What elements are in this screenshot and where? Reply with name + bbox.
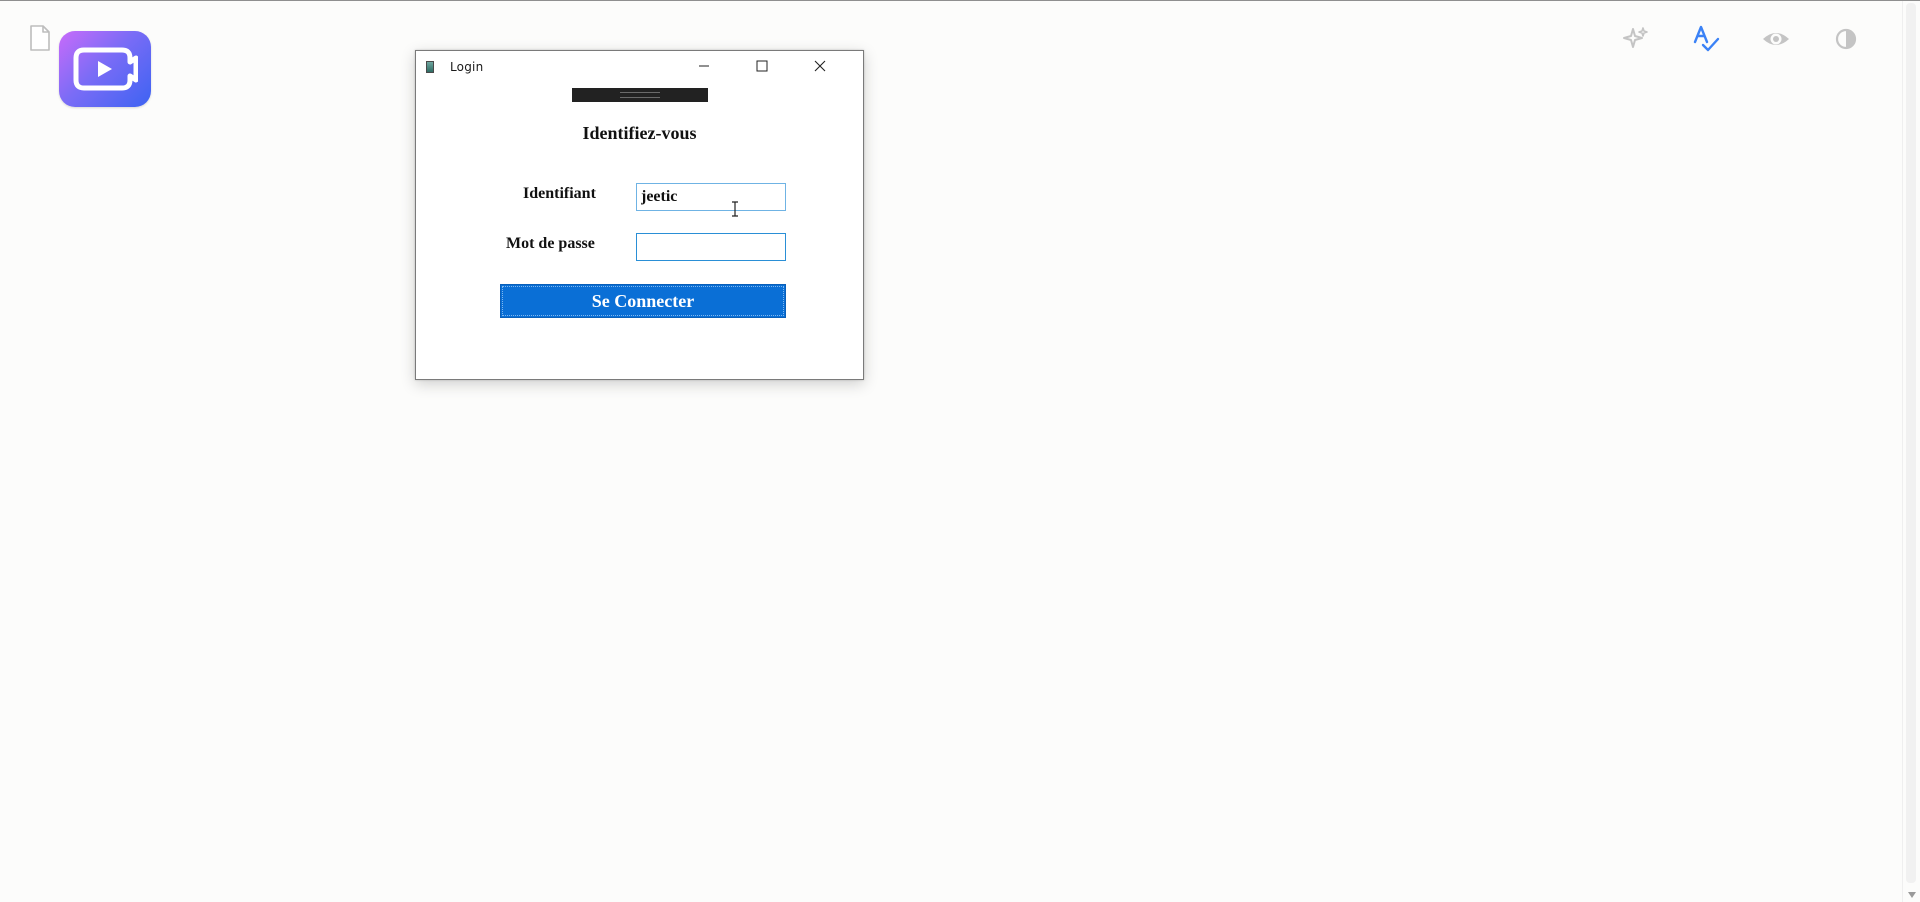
- maximize-icon: [756, 60, 768, 72]
- scrollbar-thumb[interactable]: [1906, 3, 1916, 883]
- screen-recorder-logo[interactable]: [59, 31, 151, 107]
- username-input[interactable]: [636, 183, 786, 211]
- login-button[interactable]: Se Connecter: [500, 284, 786, 318]
- window-title: Login: [450, 60, 484, 74]
- minimize-button[interactable]: [681, 51, 727, 81]
- maximize-button[interactable]: [739, 51, 785, 81]
- video-camera-icon: [73, 47, 138, 91]
- sparkles-icon[interactable]: [1620, 23, 1652, 55]
- app-icon: [426, 61, 434, 73]
- document-icon[interactable]: [29, 25, 51, 51]
- eye-icon[interactable]: [1760, 23, 1792, 55]
- vertical-scrollbar[interactable]: [1902, 1, 1920, 902]
- minimize-icon: [699, 65, 709, 67]
- window-titlebar[interactable]: Login: [416, 51, 863, 81]
- form-heading: Identifiez-vous: [582, 123, 697, 143]
- scroll-down-icon[interactable]: [1906, 889, 1918, 901]
- contrast-icon[interactable]: [1830, 23, 1862, 55]
- drag-handle[interactable]: [572, 88, 708, 102]
- login-window: Login Identifiez-vous Identifiant jeetic…: [415, 50, 864, 380]
- password-input[interactable]: [636, 233, 786, 261]
- desktop: Login Identifiez-vous Identifiant jeetic…: [0, 0, 1920, 902]
- spellcheck-icon[interactable]: [1690, 23, 1722, 55]
- username-label: Identifiant: [523, 185, 596, 202]
- text-cursor-icon: [731, 201, 739, 217]
- close-button[interactable]: [797, 51, 843, 81]
- password-label: Mot de passe: [506, 235, 595, 252]
- close-icon: [814, 60, 826, 72]
- grip-icon: [620, 92, 660, 98]
